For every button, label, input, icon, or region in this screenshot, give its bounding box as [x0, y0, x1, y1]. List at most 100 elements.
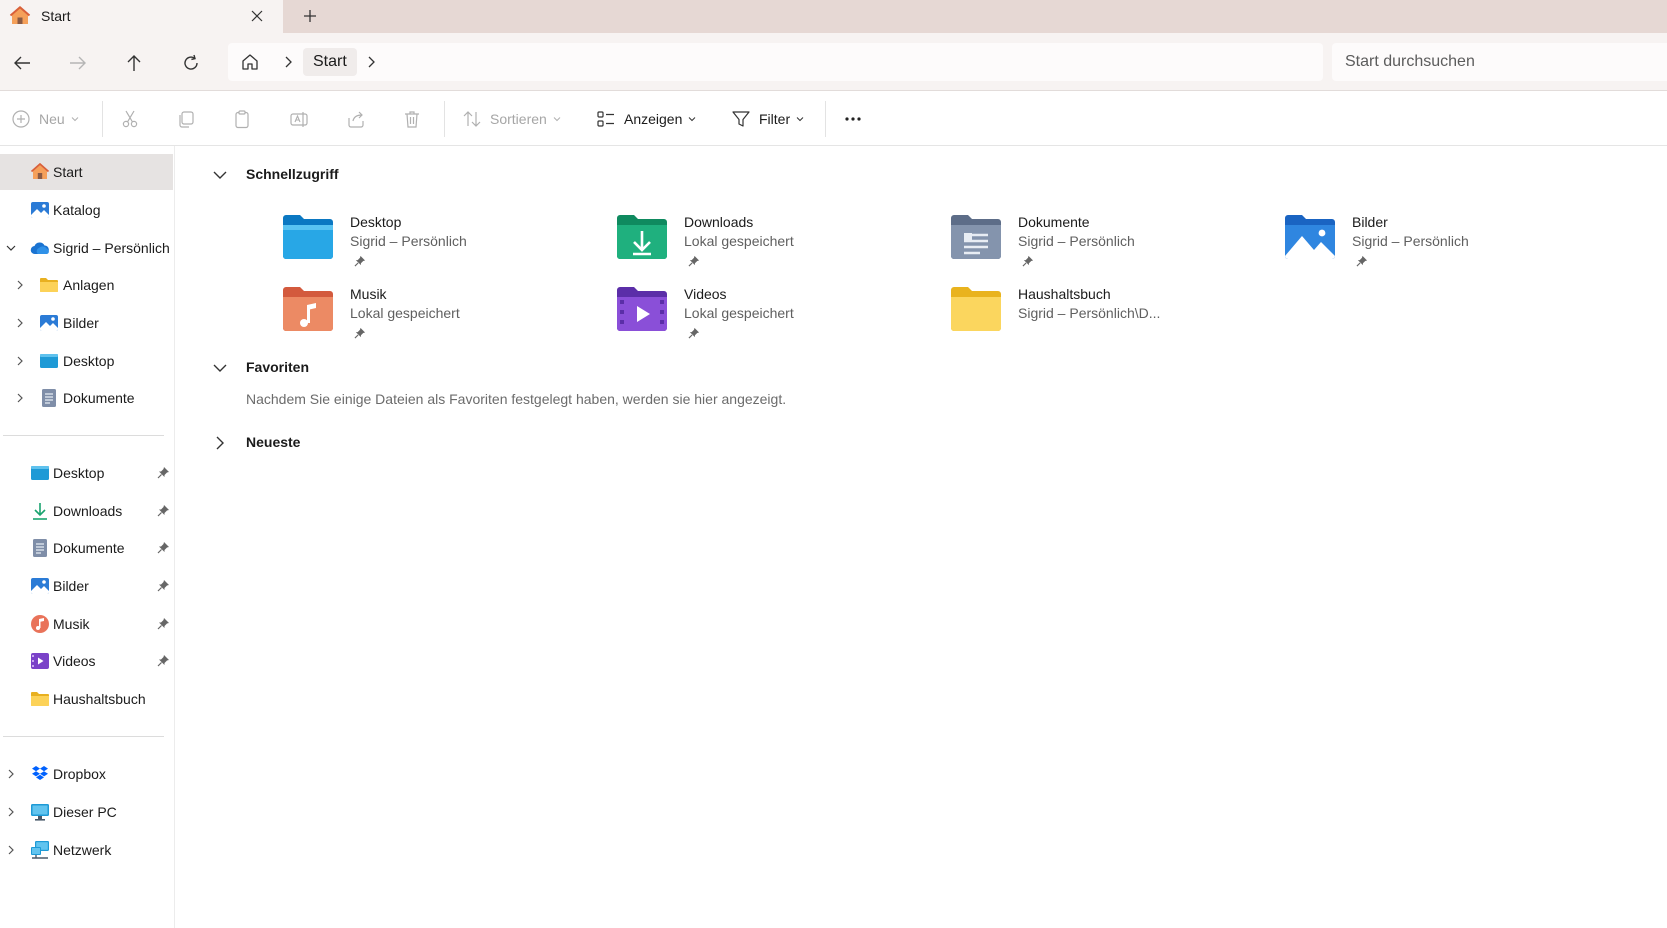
- pin-icon[interactable]: [157, 466, 170, 479]
- videos-folder-icon: [617, 287, 667, 331]
- downloads-icon: [33, 503, 47, 520]
- sort-button[interactable]: Sortieren: [462, 104, 561, 134]
- tile-name: Videos: [684, 286, 727, 302]
- pin-icon: [1356, 255, 1368, 267]
- share-button[interactable]: [346, 104, 366, 134]
- sidebar-item-dokumente[interactable]: Dokumente: [0, 380, 173, 416]
- sidebar-item-start[interactable]: Start: [0, 154, 173, 190]
- copy-button[interactable]: [176, 104, 196, 134]
- folder-icon: [40, 278, 58, 292]
- pin-icon[interactable]: [157, 579, 170, 592]
- sidebar-item-anlagen[interactable]: Anlagen: [0, 267, 173, 303]
- sidebar-item-label: Katalog: [53, 202, 101, 218]
- sidebar-item-label: Bilder: [53, 578, 89, 594]
- pin-icon[interactable]: [157, 504, 170, 517]
- sidebar-item-pinned-bilder[interactable]: Bilder: [0, 568, 173, 604]
- sidebar-item-onedrive[interactable]: Sigrid – Persönlich: [0, 230, 173, 266]
- forward-button[interactable]: [64, 49, 92, 77]
- breadcrumb-start[interactable]: Start: [303, 48, 357, 76]
- sort-label: Sortieren: [490, 111, 547, 127]
- desktop-icon: [40, 354, 58, 368]
- tab-start[interactable]: Start: [0, 0, 283, 33]
- onedrive-icon: [30, 242, 49, 255]
- quick-access-tile-desktop[interactable]: Desktop Sigrid – Persönlich: [282, 214, 602, 280]
- chevron-down-icon[interactable]: [5, 242, 17, 254]
- pin-icon[interactable]: [157, 654, 170, 667]
- sidebar-item-label: Sigrid – Persönlich: [53, 240, 170, 256]
- chevron-down-icon[interactable]: [212, 168, 228, 182]
- sidebar-item-katalog[interactable]: Katalog: [0, 192, 173, 228]
- close-tab-button[interactable]: [246, 5, 268, 27]
- sidebar-item-label: Anlagen: [63, 277, 115, 293]
- chevron-right-icon[interactable]: [5, 768, 17, 780]
- pin-icon: [354, 327, 366, 339]
- tile-location: Lokal gespeichert: [684, 233, 794, 249]
- more-options-button[interactable]: [843, 104, 863, 134]
- up-button[interactable]: [120, 49, 148, 77]
- sidebar-item-label: Dropbox: [53, 766, 106, 782]
- sidebar-item-label: Dieser PC: [53, 804, 117, 820]
- sidebar-item-pinned-downloads[interactable]: Downloads: [0, 493, 173, 529]
- quick-access-tile-dokumente[interactable]: Dokumente Sigrid – Persönlich: [950, 214, 1270, 280]
- sidebar-item-pinned-desktop[interactable]: Desktop: [0, 455, 173, 491]
- chevron-right-icon[interactable]: [14, 317, 26, 329]
- sidebar-item-dieser-pc[interactable]: Dieser PC: [0, 794, 173, 830]
- cut-button[interactable]: [120, 104, 140, 134]
- search-box[interactable]: [1332, 43, 1667, 81]
- chevron-right-icon[interactable]: [14, 355, 26, 367]
- tile-location: Lokal gespeichert: [350, 305, 460, 321]
- quick-access-tile-videos[interactable]: Videos Lokal gespeichert: [616, 286, 936, 352]
- copy-icon: [179, 111, 194, 128]
- chevron-right-icon[interactable]: [364, 54, 378, 70]
- sidebar-item-dropbox[interactable]: Dropbox: [0, 756, 173, 792]
- sidebar-item-pinned-videos[interactable]: Videos: [0, 643, 173, 679]
- filter-button[interactable]: Filter: [731, 104, 804, 134]
- sidebar-item-pinned-musik[interactable]: Musik: [0, 606, 173, 642]
- pin-icon[interactable]: [157, 617, 170, 630]
- refresh-button[interactable]: [177, 49, 205, 77]
- view-list-icon: [597, 111, 614, 127]
- chevron-right-icon[interactable]: [14, 279, 26, 291]
- navigation-pane: Start Katalog Sigrid – Persönlich Anlage…: [0, 146, 175, 928]
- new-button[interactable]: Neu: [11, 104, 79, 134]
- quick-access-tile-haushaltsbuch[interactable]: Haushaltsbuch Sigrid – Persönlich\D...: [950, 286, 1270, 352]
- chevron-down-icon: [71, 117, 79, 122]
- pin-icon: [688, 327, 700, 339]
- chevron-right-icon[interactable]: [14, 392, 26, 404]
- home-icon: [30, 163, 50, 179]
- quick-access-tile-musik[interactable]: Musik Lokal gespeichert: [282, 286, 602, 352]
- pin-icon[interactable]: [157, 541, 170, 554]
- sidebar-item-label: Videos: [53, 653, 96, 669]
- chevron-down-icon[interactable]: [212, 361, 228, 375]
- address-bar[interactable]: Start: [228, 43, 1323, 81]
- sidebar-item-label: Musik: [53, 616, 90, 632]
- sidebar-item-bilder[interactable]: Bilder: [0, 305, 173, 341]
- paste-button[interactable]: [232, 104, 252, 134]
- home-icon[interactable]: [240, 52, 260, 72]
- tile-location: Sigrid – Persönlich: [350, 233, 467, 249]
- delete-button[interactable]: [402, 104, 422, 134]
- music-icon: [31, 615, 49, 633]
- pictures-icon: [40, 315, 58, 331]
- rename-button[interactable]: [289, 104, 309, 134]
- sidebar-item-desktop[interactable]: Desktop: [0, 343, 173, 379]
- favorites-empty-text: Nachdem Sie einige Dateien als Favoriten…: [246, 391, 787, 407]
- sidebar-item-haushaltsbuch[interactable]: Haushaltsbuch: [0, 681, 173, 717]
- sidebar-item-netzwerk[interactable]: Netzwerk: [0, 832, 173, 868]
- sidebar-item-pinned-dokumente[interactable]: Dokumente: [0, 530, 173, 566]
- separator: [102, 101, 103, 137]
- chevron-right-icon[interactable]: [281, 54, 295, 70]
- quick-access-tile-bilder[interactable]: Bilder Sigrid – Persönlich: [1284, 214, 1604, 280]
- new-tab-button[interactable]: [298, 5, 322, 27]
- view-button[interactable]: Anzeigen: [596, 104, 696, 134]
- chevron-right-icon[interactable]: [5, 844, 17, 856]
- scissors-icon: [122, 110, 138, 128]
- plus-icon: [304, 10, 316, 22]
- quick-access-tile-downloads[interactable]: Downloads Lokal gespeichert: [616, 214, 936, 280]
- back-button[interactable]: [8, 49, 36, 77]
- view-label: Anzeigen: [624, 111, 683, 127]
- documents-folder-icon: [951, 215, 1001, 259]
- chevron-right-icon[interactable]: [5, 806, 17, 818]
- search-input[interactable]: [1332, 43, 1667, 81]
- chevron-right-icon[interactable]: [212, 436, 228, 450]
